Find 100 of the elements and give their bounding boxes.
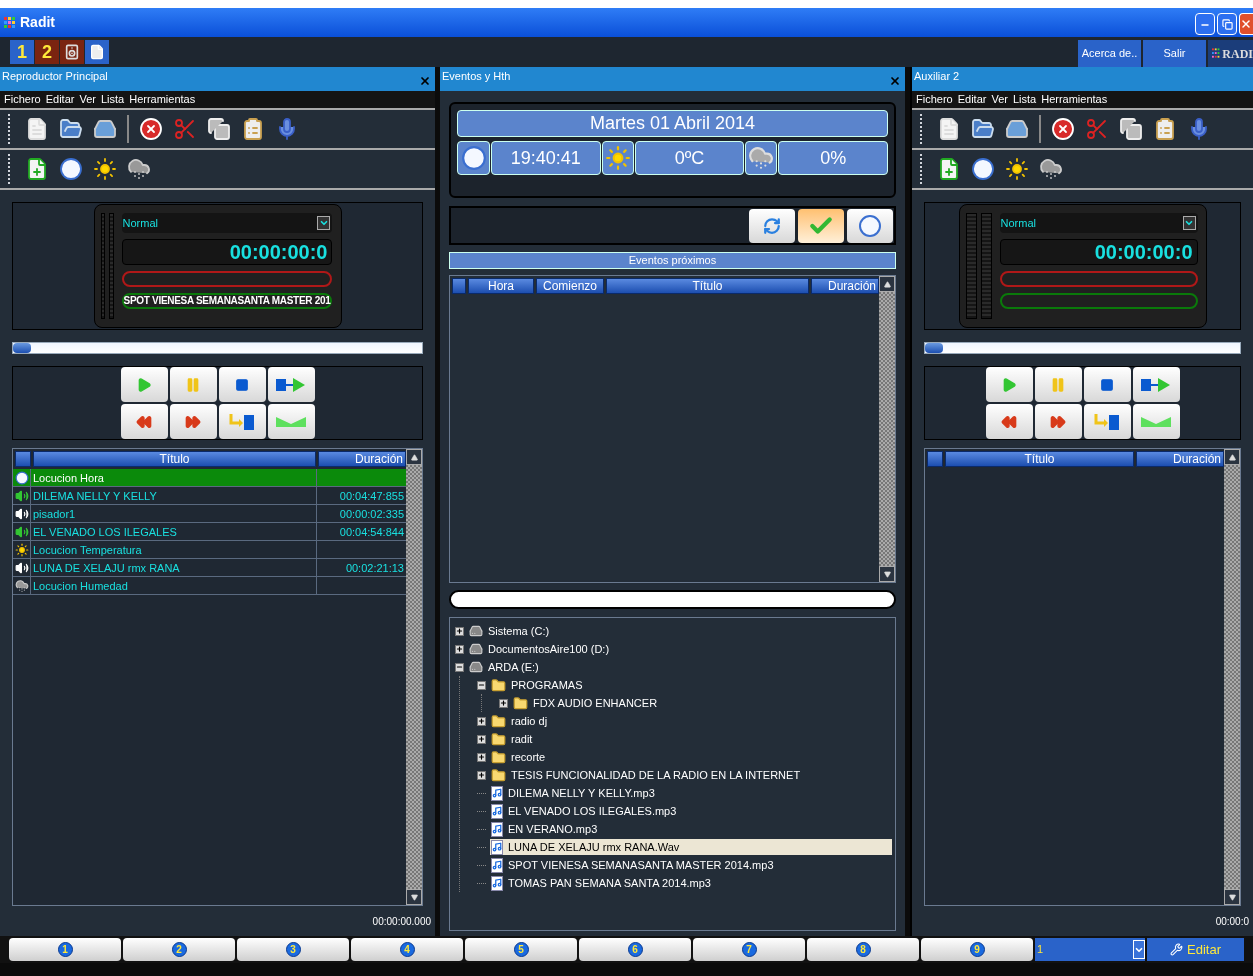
sun-icon[interactable] [93,157,117,181]
tree-item[interactable]: FDX AUDIO ENHANCER [512,694,892,712]
expand-icon[interactable] [455,644,464,654]
menu-item[interactable]: Herramientas [129,94,196,105]
fast-forward-button[interactable] [169,404,217,439]
tree-item[interactable]: TOMAS PAN SEMANA SANTA 2014.mp3 [490,874,892,892]
column-header[interactable]: Título [33,451,316,467]
slot-button[interactable]: 9 [921,938,1033,961]
apply-button[interactable] [798,208,844,243]
menu-item[interactable]: Herramientas [1041,94,1108,105]
column-header[interactable]: Duración [1136,451,1224,467]
tree-item[interactable]: Sistema (C:) [468,622,892,640]
slider-thumb[interactable] [925,343,943,353]
cut-icon[interactable] [1085,117,1109,141]
cue-button[interactable] [218,404,266,439]
new-file-icon[interactable] [937,117,961,141]
expand-icon[interactable] [477,680,486,690]
mode-select[interactable]: Normal [121,213,333,233]
expand-icon[interactable] [455,662,464,672]
stop-next-button[interactable] [267,367,315,402]
crossfade-button[interactable] [267,404,315,439]
menu-item[interactable]: Fichero [4,94,41,105]
tree-item[interactable]: ARDA (E:) [468,658,892,676]
expand-icon[interactable] [477,770,486,780]
expand-icon[interactable] [455,626,464,636]
playlist-row[interactable]: Locucion Temperatura [13,541,406,559]
slot-button[interactable]: 4 [351,938,463,961]
playlist-row[interactable]: Locucion Humedad [13,577,406,595]
speaker-button[interactable] [60,40,84,64]
slot-button[interactable]: 6 [579,938,691,961]
close-button[interactable] [1239,13,1253,35]
add-file-icon[interactable] [937,157,961,181]
expand-icon[interactable] [499,698,508,708]
tree-item[interactable]: LUNA DE XELAJU rmx RANA.Wav [490,838,892,856]
tree-item[interactable]: DILEMA NELLY Y KELLY.mp3 [490,784,892,802]
close-icon[interactable] [889,75,901,87]
player-button[interactable]: 1 [10,40,34,64]
folder-icon[interactable] [971,117,995,141]
delete-icon[interactable] [1051,117,1075,141]
paste-icon[interactable] [1153,117,1177,141]
page-button[interactable] [85,40,109,64]
search-field[interactable] [449,590,896,609]
menu-item[interactable]: Ver [79,94,96,105]
pause-button[interactable] [1034,367,1082,402]
slot-button[interactable]: 2 [123,938,235,961]
rewind-button[interactable] [120,404,168,439]
crossfade-button[interactable] [1132,404,1180,439]
edit-button[interactable]: Editar [1147,938,1244,961]
copy-icon[interactable] [1119,117,1143,141]
cue-button[interactable] [1083,404,1131,439]
stop-button[interactable] [218,367,266,402]
minimize-button[interactable] [1195,13,1215,35]
tree-item[interactable]: PROGRAMAS [490,676,892,694]
seek-slider[interactable] [12,342,423,354]
tree-item[interactable]: SPOT VIENESA SEMANASANTA MASTER 2014.mp3 [490,856,892,874]
expand-icon[interactable] [477,734,486,744]
pause-button[interactable] [169,367,217,402]
scroll-down-button[interactable] [406,889,422,905]
playlist-row[interactable]: DILEMA NELLY Y KELLY 00:04:47:855 [13,487,406,505]
header-button[interactable]: Acerca de.. [1078,40,1141,67]
stop-button[interactable] [1083,367,1131,402]
cloud-icon[interactable] [127,157,151,181]
cut-icon[interactable] [173,117,197,141]
scroll-up-button[interactable] [406,449,422,465]
folder-icon[interactable] [59,117,83,141]
mode-select[interactable]: Normal [999,213,1198,233]
rewind-button[interactable] [985,404,1033,439]
column-header[interactable]: Título [945,451,1134,467]
copy-icon[interactable] [207,117,231,141]
paste-icon[interactable] [241,117,265,141]
restore-button[interactable] [1217,13,1237,35]
tree-item[interactable]: DocumentosAire100 (D:) [468,640,892,658]
cloud-icon[interactable] [1039,157,1063,181]
expand-icon[interactable] [477,752,486,762]
tree-item[interactable]: EN VERANO.mp3 [490,820,892,838]
slot-button[interactable]: 8 [807,938,919,961]
column-header[interactable]: Duración [811,278,879,294]
tree-item[interactable]: TESIS FUNCIONALIDAD DE LA RADIO EN LA INTERNET [490,766,892,784]
menu-item[interactable]: Fichero [916,94,953,105]
delete-icon[interactable] [139,117,163,141]
menu-item[interactable]: Editar [45,94,75,105]
header-button[interactable]: Salir [1143,40,1206,67]
menu-item[interactable]: Lista [100,94,125,105]
tree-item[interactable]: recorte [490,748,892,766]
tree-item[interactable]: EL VENADO LOS ILEGALES.mp3 [490,802,892,820]
slot-button[interactable]: 7 [693,938,805,961]
refresh-button[interactable] [749,208,795,243]
column-header[interactable]: Duración [318,451,406,467]
slot-select[interactable]: 1 [1035,938,1145,961]
scroll-down-button[interactable] [1224,889,1240,905]
play-button[interactable] [985,367,1033,402]
fast-forward-button[interactable] [1034,404,1082,439]
seek-slider[interactable] [924,342,1241,354]
slot-button[interactable]: 3 [237,938,349,961]
stop-next-button[interactable] [1132,367,1180,402]
player-button[interactable]: 2 [35,40,59,64]
menu-item[interactable]: Editar [957,94,987,105]
column-header[interactable]: Comienzo [536,278,604,294]
playlist-row[interactable]: Locucion Hora [13,469,406,487]
tree-item[interactable]: radio dj [490,712,892,730]
